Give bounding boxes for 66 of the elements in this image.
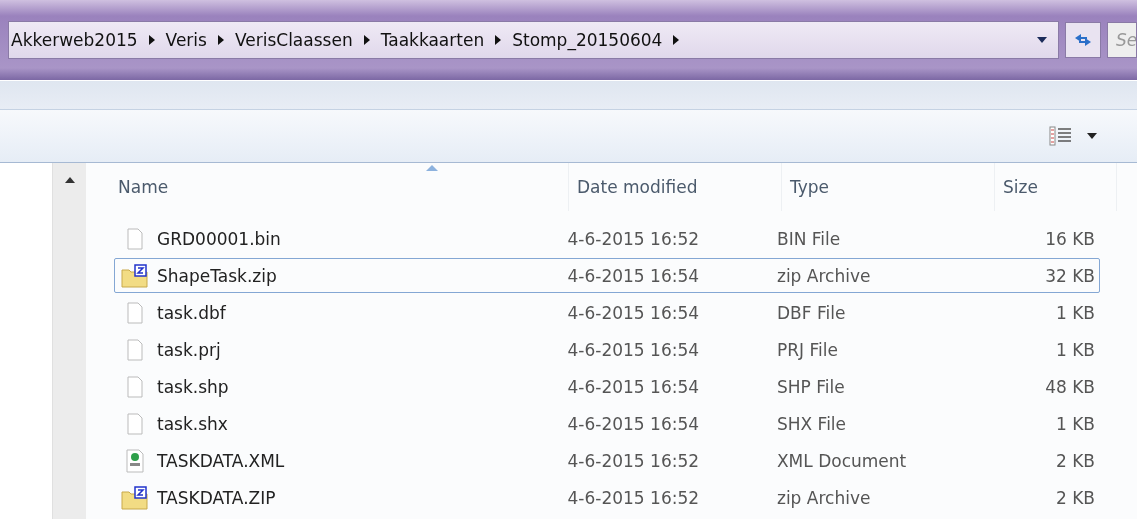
date-modified: 4-6-2015 16:54 [567,339,700,360]
date-modified: 4-6-2015 16:52 [567,228,700,249]
file-size: 1 KB [1055,339,1095,360]
file-type: zip Archive [776,265,871,286]
file-size: 2 KB [1055,487,1095,508]
file-row[interactable]: task.shp 4-6-2015 16:54 SHP File 48 KB [114,369,1100,404]
file-name: GRD00001.bin [157,228,281,249]
file-size: 2 KB [1055,450,1095,471]
file-type: XML Document [776,450,907,471]
column-header[interactable]: Date modified [569,163,782,211]
chevron-icon[interactable] [494,35,503,45]
date-modified: 4-6-2015 16:52 [567,487,700,508]
file-name: task.prj [157,339,221,360]
file-name: ShapeTask.zip [157,265,277,286]
file-type: zip Archive [776,487,871,508]
date-modified: 4-6-2015 16:54 [567,302,700,323]
address-bar[interactable]: Akkerweb2015 Veris VerisClaassen Taakkaarten Stomp_20150604 [8,21,1059,59]
file-row[interactable]: task.dbf 4-6-2015 16:54 DBF File 1 KB [114,295,1100,330]
dropdown-icon[interactable] [1036,36,1048,44]
sort-arrow-icon [425,165,438,171]
file-name: task.shx [157,413,228,434]
file-size: 16 KB [1045,228,1095,249]
file-type: PRJ File [776,339,838,360]
file-size: 48 KB [1045,376,1095,397]
column-header[interactable]: Name [114,163,569,211]
file-name: TASKDATA.ZIP [157,487,276,508]
date-modified: 4-6-2015 16:54 [567,265,700,286]
breadcrumb-item[interactable]: Veris [165,30,207,50]
file-type: SHX File [776,413,847,434]
file-row[interactable]: TASKDATA.ZIP 4-6-2015 16:52 zip Archive 2 KB [114,480,1100,515]
zip-folder-icon [121,485,149,510]
file-type: DBF File [776,302,846,323]
breadcrumb-item[interactable]: Stomp_20150604 [512,30,663,50]
file-row[interactable]: ShapeTask.zip 4-6-2015 16:54 zip Archive 32 KB [114,258,1100,293]
chevron-icon[interactable] [216,35,225,45]
column-header[interactable]: Size [995,163,1117,211]
file-size: 1 KB [1055,413,1095,434]
date-modified: 4-6-2015 16:52 [567,450,700,471]
file-size: 1 KB [1055,302,1095,323]
file-row[interactable]: task.shx 4-6-2015 16:54 SHX File 1 KB [114,406,1100,441]
view-options-icon[interactable] [1049,126,1073,146]
chevron-icon[interactable] [362,35,371,45]
refresh-icon [1073,32,1093,48]
zip-folder-icon [121,263,149,288]
file-row[interactable]: TASKDATA.XML 4-6-2015 16:52 XML Document 2 KB [114,443,1100,478]
file-name: task.dbf [157,302,226,323]
date-modified: 4-6-2015 16:54 [567,376,700,397]
breadcrumb-item[interactable]: VerisClaassen [234,30,353,50]
file-name: TASKDATA.XML [157,450,285,471]
file-size: 32 KB [1045,265,1095,286]
chevron-icon[interactable] [672,35,681,45]
search-field[interactable]: Se [1107,22,1137,58]
scrollbar[interactable] [52,163,86,519]
refresh-button[interactable] [1065,22,1101,58]
file-type: SHP File [776,376,845,397]
file-type: BIN File [776,228,841,249]
scroll-up-arrow-icon[interactable] [64,177,75,183]
file-row[interactable]: GRD00001.bin 4-6-2015 16:52 BIN File 16 KB [114,221,1100,256]
file-row[interactable]: task.prj 4-6-2015 16:54 PRJ File 1 KB [114,332,1100,367]
breadcrumb-item[interactable]: Akkerweb2015 [11,30,138,50]
file-name: task.shp [157,376,229,397]
chevron-icon[interactable] [147,35,156,45]
breadcrumb-item[interactable]: Taakkaarten [380,30,485,50]
date-modified: 4-6-2015 16:54 [567,413,700,434]
column-header[interactable]: Type [782,163,995,211]
dropdown-icon[interactable] [1087,133,1097,139]
